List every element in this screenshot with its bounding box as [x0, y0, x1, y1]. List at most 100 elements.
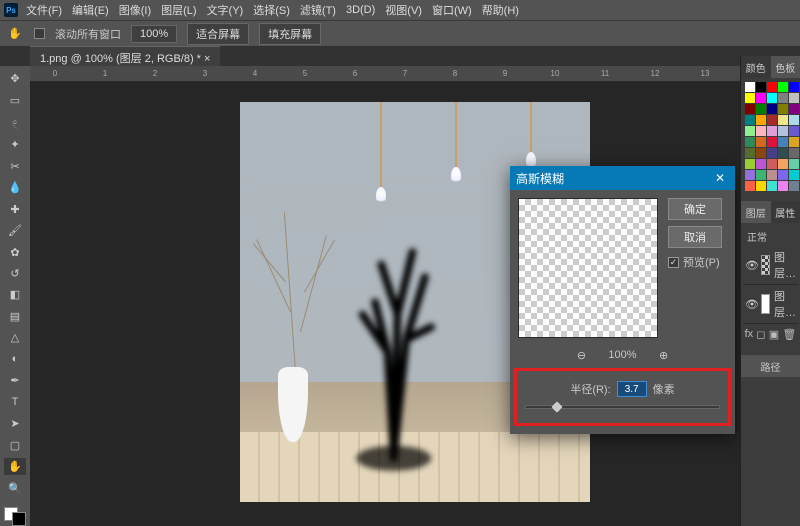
color-swatch[interactable]	[756, 137, 766, 147]
blend-mode[interactable]: 正常	[747, 229, 767, 244]
radius-input[interactable]	[617, 381, 647, 397]
color-swatch[interactable]	[778, 104, 788, 114]
zoom-select[interactable]: 100%	[131, 25, 177, 43]
tab-color[interactable]: 颜色	[741, 56, 771, 78]
fg-bg-swatch[interactable]	[4, 507, 26, 526]
tab-properties[interactable]: 属性	[771, 201, 800, 223]
color-swatch[interactable]	[756, 82, 766, 92]
color-swatch[interactable]	[756, 159, 766, 169]
preview-box[interactable]	[518, 198, 658, 338]
color-swatch[interactable]	[778, 93, 788, 103]
close-icon[interactable]: ✕	[711, 171, 729, 185]
color-swatch[interactable]	[767, 93, 777, 103]
color-swatch[interactable]	[767, 181, 777, 191]
color-swatch[interactable]	[767, 148, 777, 158]
color-swatch[interactable]	[756, 170, 766, 180]
color-swatch[interactable]	[789, 82, 799, 92]
color-swatch[interactable]	[745, 148, 755, 158]
color-swatch[interactable]	[745, 115, 755, 125]
menu-filter[interactable]: 滤镜(T)	[300, 2, 336, 18]
color-swatch[interactable]	[756, 115, 766, 125]
color-swatch[interactable]	[789, 159, 799, 169]
menu-file[interactable]: 文件(F)	[26, 2, 62, 18]
document-tab[interactable]: 1.png @ 100% (图层 2, RGB/8) * ×	[30, 46, 220, 66]
tool-healing[interactable]: ✚	[4, 200, 26, 217]
color-swatch[interactable]	[767, 159, 777, 169]
layer-thumbnail[interactable]	[761, 294, 770, 314]
tool-eraser[interactable]: ◧	[4, 286, 26, 303]
color-swatch[interactable]	[745, 104, 755, 114]
color-swatch[interactable]	[789, 148, 799, 158]
color-swatch[interactable]	[745, 170, 755, 180]
color-swatch[interactable]	[789, 104, 799, 114]
menu-type[interactable]: 文字(Y)	[207, 2, 244, 18]
menu-window[interactable]: 窗口(W)	[432, 2, 472, 18]
tool-magic-wand[interactable]: ✦	[4, 136, 26, 153]
tool-eyedropper[interactable]: 💧	[4, 179, 26, 196]
tool-brush[interactable]: 🖌	[4, 222, 26, 239]
color-swatch[interactable]	[778, 148, 788, 158]
layer-row-1[interactable]: 👁图层…	[743, 285, 798, 324]
color-swatch[interactable]	[756, 126, 766, 136]
menu-edit[interactable]: 编辑(E)	[72, 2, 109, 18]
tool-move[interactable]: ✥	[4, 70, 26, 87]
menu-view[interactable]: 视图(V)	[385, 2, 422, 18]
color-swatch[interactable]	[778, 181, 788, 191]
tool-dodge[interactable]: ◐	[4, 351, 26, 368]
fit-screen-button[interactable]: 适合屏幕	[187, 23, 249, 45]
menu-image[interactable]: 图像(I)	[119, 2, 151, 18]
color-swatch[interactable]	[767, 126, 777, 136]
color-swatch[interactable]	[767, 104, 777, 114]
color-swatch[interactable]	[745, 82, 755, 92]
tool-lasso[interactable]: 𓏲	[4, 113, 26, 132]
zoom-in-icon[interactable]: ⊕	[657, 348, 671, 362]
tool-clone[interactable]: ✿	[4, 243, 26, 260]
fx-icon[interactable]: fx	[745, 328, 754, 341]
color-swatch[interactable]	[789, 93, 799, 103]
dialog-titlebar[interactable]: 高斯模糊 ✕	[510, 166, 735, 190]
color-swatch[interactable]	[745, 159, 755, 169]
visibility-icon[interactable]: 👁	[745, 298, 757, 311]
color-swatch[interactable]	[756, 93, 766, 103]
preview-checkbox[interactable]: ✓	[668, 257, 679, 268]
color-swatch[interactable]	[767, 137, 777, 147]
color-swatch[interactable]	[778, 115, 788, 125]
ok-button[interactable]: 确定	[668, 198, 722, 220]
color-swatch[interactable]	[789, 181, 799, 191]
menu-layer[interactable]: 图层(L)	[161, 2, 196, 18]
tool-zoom[interactable]: 🔍	[4, 479, 26, 496]
tool-crop[interactable]: ✂	[4, 157, 26, 174]
tool-rectangle[interactable]: ▢	[4, 437, 26, 454]
color-swatch[interactable]	[745, 93, 755, 103]
layer-row-2[interactable]: 👁图层…	[743, 246, 798, 285]
tab-swatches[interactable]: 色板	[771, 56, 800, 78]
slider-handle[interactable]	[551, 401, 562, 412]
tab-layers[interactable]: 图层	[741, 201, 771, 223]
fill-screen-button[interactable]: 填充屏幕	[259, 23, 321, 45]
tool-gradient[interactable]: ▤	[4, 308, 26, 325]
tool-rect-marquee[interactable]: ▭	[4, 91, 26, 108]
color-swatch[interactable]	[778, 82, 788, 92]
color-swatch[interactable]	[756, 104, 766, 114]
color-swatch[interactable]	[767, 170, 777, 180]
color-swatch[interactable]	[789, 170, 799, 180]
tool-history-brush[interactable]: ↺	[4, 265, 26, 282]
color-swatch[interactable]	[745, 137, 755, 147]
color-swatch[interactable]	[778, 159, 788, 169]
zoom-out-icon[interactable]: ⊖	[574, 348, 588, 362]
color-swatch[interactable]	[767, 115, 777, 125]
color-swatch[interactable]	[745, 126, 755, 136]
color-swatch[interactable]	[789, 126, 799, 136]
menu-help[interactable]: 帮助(H)	[482, 2, 519, 18]
radius-slider[interactable]	[525, 405, 720, 409]
mask-icon[interactable]: ◻	[756, 328, 765, 341]
color-swatch[interactable]	[789, 137, 799, 147]
color-swatch[interactable]	[778, 170, 788, 180]
color-swatch[interactable]	[778, 126, 788, 136]
tab-paths[interactable]: 路径	[741, 355, 800, 377]
scroll-all-checkbox[interactable]	[34, 28, 45, 39]
tool-blur[interactable]: △	[4, 329, 26, 346]
color-swatch[interactable]	[756, 148, 766, 158]
new-layer-icon[interactable]: ▣	[769, 328, 779, 341]
close-tab-icon[interactable]: ×	[204, 53, 210, 65]
